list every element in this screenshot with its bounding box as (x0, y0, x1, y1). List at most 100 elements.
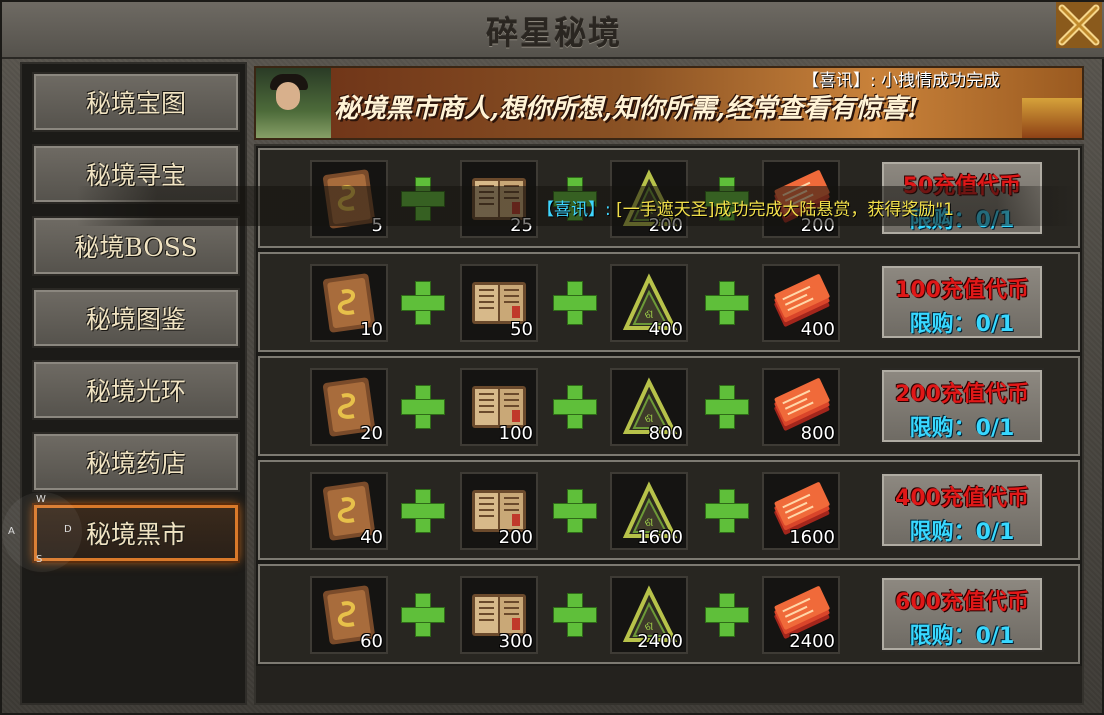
merchant-portrait (256, 68, 331, 138)
tab-label: 秘境宝图 (85, 89, 186, 118)
item-slot[interactable]: 1600 (762, 472, 840, 550)
item-slot[interactable]: 100 (460, 368, 538, 446)
tab-illustrated[interactable]: 秘境图鉴 (32, 288, 240, 348)
item-quantity: 20 (360, 423, 383, 444)
item-slot[interactable]: 10 (310, 264, 388, 342)
buy-button[interactable]: 50充值代币 限购：0/1 (880, 160, 1044, 236)
item-quantity: 800 (648, 423, 683, 444)
item-quantity: 100 (498, 423, 533, 444)
plus-icon (704, 280, 750, 326)
item-slot[interactable]: ଶ 1600 (610, 472, 688, 550)
buy-button[interactable]: 100充值代币 限购：0/1 (880, 264, 1044, 340)
plus-icon (552, 176, 598, 222)
tab-aura[interactable]: 秘境光环 (32, 360, 240, 420)
tab-label: 秘境BOSS (74, 233, 198, 262)
price-label: 400充值代币 (895, 486, 1029, 511)
plus-icon (704, 488, 750, 534)
item-quantity: 300 (498, 631, 533, 652)
tab-pharmacy[interactable]: 秘境药店 (32, 432, 240, 492)
plus-icon (400, 280, 446, 326)
item-quantity: 25 (510, 215, 533, 236)
price-label: 50充值代币 (902, 174, 1022, 199)
price-label: 100充值代币 (895, 278, 1029, 303)
plus-icon (400, 384, 446, 430)
key-a: A (8, 526, 15, 537)
buy-button[interactable]: 600充值代币 限购：0/1 (880, 576, 1044, 652)
item-quantity: 200 (498, 527, 533, 548)
item-slot[interactable]: 200 (460, 472, 538, 550)
item-quantity: 200 (800, 215, 835, 236)
merchant-face (276, 82, 300, 110)
window-frame: 碎星秘境 秘境宝图 秘境寻宝 秘境BOSS 秘境图鉴 秘境光环 秘境药店 秘境黑… (0, 0, 1104, 715)
tab-label: 秘境寻宝 (85, 161, 186, 190)
price-label: 600充值代币 (895, 590, 1029, 615)
close-icon (1056, 2, 1102, 48)
item-slot[interactable]: ଶ 2400 (610, 576, 688, 654)
title-bar: 碎星秘境 (2, 2, 1104, 59)
item-slot[interactable]: 60 (310, 576, 388, 654)
purchase-limit-label: 限购：0/1 (909, 520, 1015, 545)
item-quantity: 200 (648, 215, 683, 236)
tab-label: 秘境药店 (85, 449, 186, 478)
item-slot[interactable]: 40 (310, 472, 388, 550)
item-quantity: 60 (360, 631, 383, 652)
offer-row: 20 100 ଶ 800 800 200充值代币 限购：0/1 (256, 354, 1082, 458)
treasure-chest-icon (1022, 98, 1082, 138)
plus-icon (400, 176, 446, 222)
item-slot[interactable]: 2400 (762, 576, 840, 654)
item-slot[interactable]: 5 (310, 160, 388, 238)
plus-icon (400, 488, 446, 534)
plus-icon (552, 280, 598, 326)
tab-treasure-hunt[interactable]: 秘境寻宝 (32, 144, 240, 204)
tab-label: 秘境光环 (85, 377, 186, 406)
plus-icon (552, 488, 598, 534)
item-slot[interactable]: ଶ 400 (610, 264, 688, 342)
key-s: S (36, 554, 43, 565)
news-announcement: 【喜讯】: 小拽情成功完成 (802, 71, 1001, 91)
buy-button[interactable]: 200充值代币 限购：0/1 (880, 368, 1044, 444)
item-quantity: 800 (800, 423, 835, 444)
item-slot[interactable]: 400 (762, 264, 840, 342)
plus-icon (704, 176, 750, 222)
item-quantity: 1600 (789, 527, 835, 548)
close-button[interactable] (1056, 2, 1102, 48)
tab-boss[interactable]: 秘境BOSS (32, 216, 240, 276)
item-quantity: 400 (648, 319, 683, 340)
item-slot[interactable]: 800 (762, 368, 840, 446)
item-slot[interactable]: 25 (460, 160, 538, 238)
plus-icon (400, 592, 446, 638)
item-slot[interactable]: ଶ 800 (610, 368, 688, 446)
plus-icon (552, 592, 598, 638)
tab-label: 秘境图鉴 (85, 305, 186, 334)
wasd-overlay[interactable]: W A S D (2, 492, 82, 572)
item-quantity: 10 (360, 319, 383, 340)
purchase-limit-label: 限购：0/1 (909, 624, 1015, 649)
tab-label: 秘境黑市 (85, 520, 186, 549)
purchase-limit-label: 限购：0/1 (909, 416, 1015, 441)
plus-icon (552, 384, 598, 430)
item-quantity: 1600 (637, 527, 683, 548)
item-quantity: 2400 (637, 631, 683, 652)
purchase-limit-label: 限购：0/1 (909, 312, 1015, 337)
buy-button[interactable]: 400充值代币 限购：0/1 (880, 472, 1044, 548)
item-slot[interactable]: 200 (762, 160, 840, 238)
key-w: W (36, 494, 46, 505)
purchase-limit-label: 限购：0/1 (909, 208, 1015, 233)
item-slot[interactable]: 300 (460, 576, 538, 654)
item-slot[interactable]: 20 (310, 368, 388, 446)
offer-row: 60 300 ଶ 2400 2400 600充值代币 限购：0/1 (256, 562, 1082, 666)
plus-icon (704, 384, 750, 430)
offer-row: 5 25 ଶ 200 200 50充值代币 限购：0/1 (256, 146, 1082, 250)
item-quantity: 2400 (789, 631, 835, 652)
window-title: 碎星秘境 (485, 14, 622, 52)
banner-slogan: 秘境黑市商人,想你所想,知你所需,经常查看有惊喜! (334, 94, 919, 124)
item-slot[interactable]: 50 (460, 264, 538, 342)
item-slot[interactable]: ଶ 200 (610, 160, 688, 238)
offer-row: 40 200 ଶ 1600 1600 400充值代币 限购：0/1 (256, 458, 1082, 562)
key-d: D (64, 524, 72, 535)
item-quantity: 50 (510, 319, 533, 340)
tab-treasure-map[interactable]: 秘境宝图 (32, 72, 240, 132)
item-quantity: 400 (800, 319, 835, 340)
offer-row: 10 50 ଶ 400 400 100充值代币 限购：0/1 (256, 250, 1082, 354)
item-quantity: 40 (360, 527, 383, 548)
